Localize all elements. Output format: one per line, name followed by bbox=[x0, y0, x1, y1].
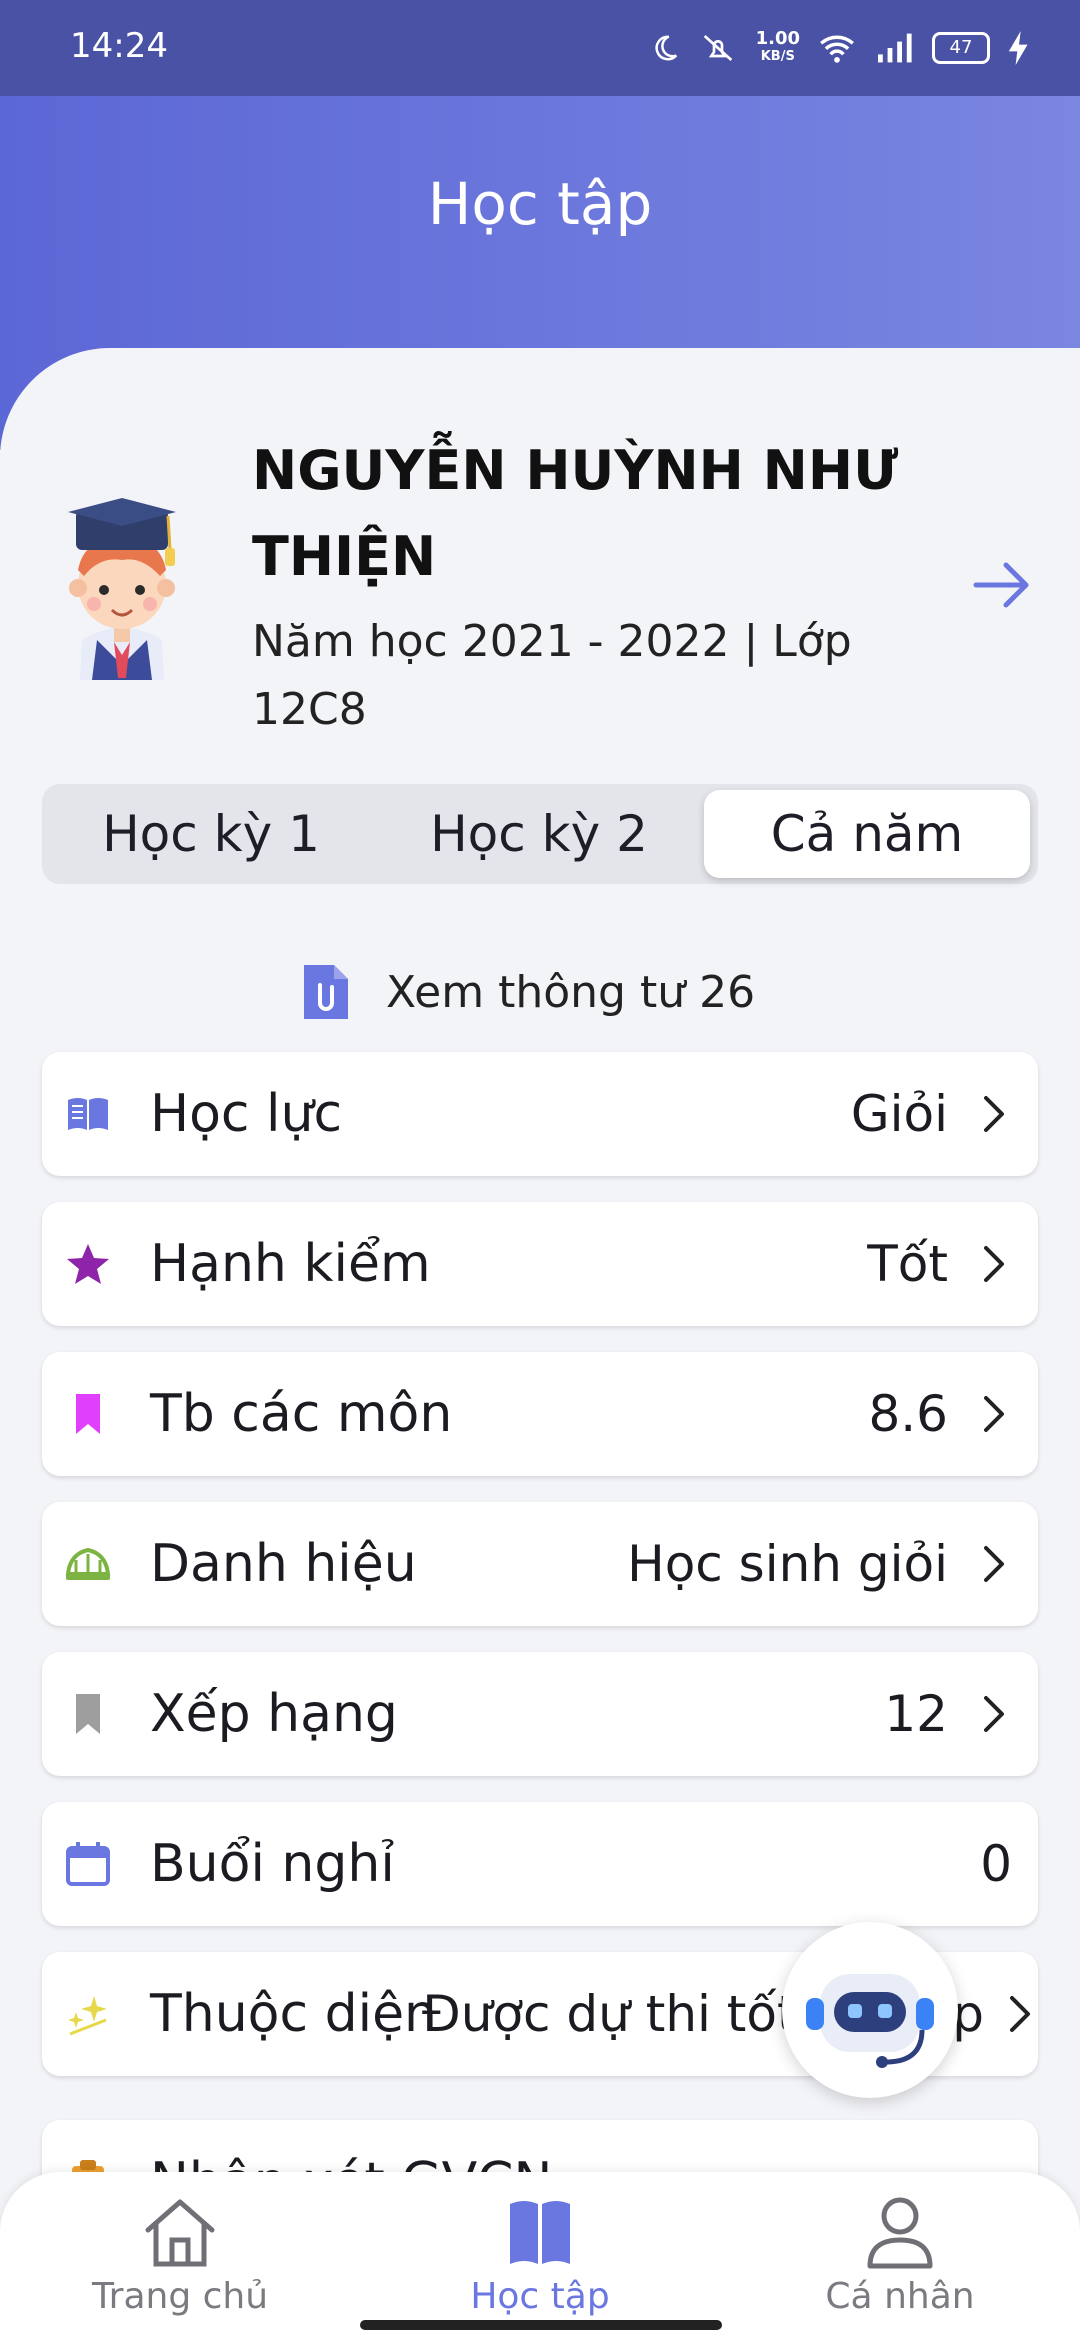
chevron-right-icon bbox=[1010, 1996, 1030, 2032]
laurel-icon bbox=[65, 1547, 111, 1580]
arrow-right-icon[interactable] bbox=[968, 550, 1038, 620]
bookmark-icon bbox=[76, 1394, 100, 1434]
row-label: Buổi nghỉ bbox=[150, 1834, 395, 1894]
signal-icon bbox=[878, 33, 912, 63]
page-title: Học tập bbox=[427, 170, 653, 238]
home-icon bbox=[145, 2199, 215, 2267]
star-icon bbox=[67, 1244, 109, 1284]
network-speed-unit: KB/S bbox=[760, 49, 795, 64]
circular-26-link[interactable]: Xem thông tư 26 bbox=[300, 952, 755, 1032]
nav-label: Trang chủ bbox=[91, 2276, 269, 2317]
chevron-right-icon bbox=[984, 1546, 1004, 1582]
summary-row-academic[interactable]: Học lực Giỏi bbox=[42, 1052, 1038, 1176]
chevron-right-icon bbox=[984, 1696, 1004, 1732]
semester-segmented-control: Học kỳ 1 Học kỳ 2 Cả năm bbox=[42, 784, 1038, 884]
chatbot-button[interactable] bbox=[782, 1922, 958, 2098]
tab-full-year[interactable]: Cả năm bbox=[704, 790, 1030, 878]
book-open-icon bbox=[68, 1098, 108, 1130]
circular-link-label: Xem thông tư 26 bbox=[386, 966, 756, 1018]
robot-assistant-icon bbox=[806, 1974, 934, 2068]
nav-home[interactable]: Trang chủ bbox=[30, 2194, 330, 2317]
calendar-icon bbox=[66, 1842, 110, 1886]
row-label: Thuộc diện bbox=[150, 1984, 438, 2044]
student-name: NGUYỄN HUỲNH NHƯ THIỆN bbox=[252, 439, 899, 588]
row-label: Hạnh kiểm bbox=[150, 1234, 431, 1294]
row-value: Học sinh giỏi bbox=[627, 1535, 948, 1593]
tab-semester-2[interactable]: Học kỳ 2 bbox=[376, 790, 702, 878]
document-attachment-icon bbox=[304, 965, 348, 1019]
book-icon bbox=[510, 2201, 570, 2264]
summary-row-absences[interactable]: Buổi nghỉ 0 bbox=[42, 1802, 1038, 1926]
chevron-right-icon bbox=[984, 1096, 1004, 1132]
summary-row-average[interactable]: Tb các môn 8.6 bbox=[42, 1352, 1038, 1476]
summary-row-title[interactable]: Danh hiệu Học sinh giỏi bbox=[42, 1502, 1038, 1626]
row-label: Xếp hạng bbox=[150, 1684, 398, 1744]
sparkle-icon bbox=[68, 1996, 107, 2036]
summary-row-conduct[interactable]: Hạnh kiểm Tốt bbox=[42, 1202, 1038, 1326]
battery-indicator: 47 bbox=[932, 32, 990, 64]
status-bar: 14:24 1.00 KB/S 47 bbox=[0, 0, 1080, 96]
nav-label: Học tập bbox=[470, 2276, 610, 2317]
network-speed-value: 1.00 bbox=[755, 28, 800, 49]
charging-icon bbox=[1008, 31, 1028, 65]
person-icon bbox=[867, 2197, 933, 2269]
status-icons: 1.00 KB/S 47 bbox=[650, 20, 1030, 76]
network-speed: 1.00 KB/S bbox=[756, 30, 800, 66]
nav-study[interactable]: Học tập bbox=[390, 2194, 690, 2317]
mute-icon bbox=[703, 35, 732, 61]
chevron-right-icon bbox=[984, 1396, 1004, 1432]
summary-row-rank[interactable]: Xếp hạng 12 bbox=[42, 1652, 1038, 1776]
tab-semester-1[interactable]: Học kỳ 1 bbox=[48, 790, 374, 878]
row-value: 0 bbox=[980, 1835, 1012, 1893]
row-value: 8.6 bbox=[868, 1385, 948, 1443]
moon-icon bbox=[654, 35, 677, 61]
chevron-right-icon bbox=[984, 1246, 1004, 1282]
row-value: Tốt bbox=[867, 1235, 948, 1293]
student-school-year-class: Năm học 2021 - 2022 | Lớp 12C8 bbox=[252, 616, 852, 735]
home-indicator bbox=[360, 2320, 722, 2330]
bottom-navigation: Trang chủ Học tập Cá nhân bbox=[0, 2172, 1080, 2340]
bookmark-icon bbox=[76, 1694, 100, 1734]
row-label: Tb các môn bbox=[150, 1384, 453, 1444]
row-value: Giỏi bbox=[850, 1085, 948, 1143]
nav-label: Cá nhân bbox=[825, 2276, 975, 2317]
wifi-icon bbox=[820, 35, 854, 63]
row-value: 12 bbox=[884, 1685, 948, 1743]
row-label: Danh hiệu bbox=[150, 1534, 417, 1594]
status-time: 14:24 bbox=[70, 26, 168, 66]
row-label: Học lực bbox=[150, 1084, 343, 1144]
nav-profile[interactable]: Cá nhân bbox=[750, 2194, 1050, 2317]
student-avatar bbox=[68, 498, 176, 680]
